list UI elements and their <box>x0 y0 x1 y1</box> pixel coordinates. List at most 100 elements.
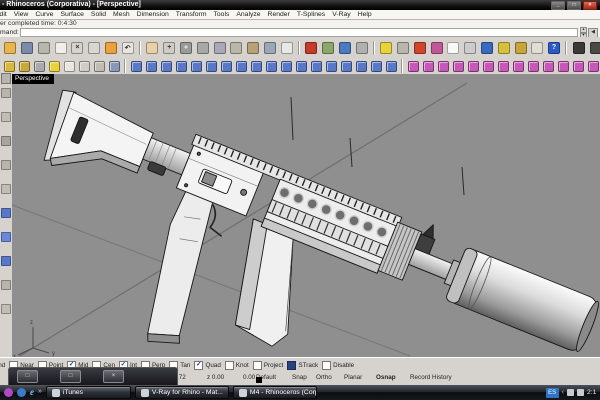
tspline-solid-tool-icon[interactable] <box>174 60 188 73</box>
status-pane-record-history[interactable]: Record History <box>410 374 452 381</box>
tspline-solid-tool-icon[interactable] <box>234 60 248 73</box>
tspline-solid-tool-icon[interactable] <box>324 60 338 73</box>
osnap-toggle-quad[interactable]: ✓Quad <box>194 361 220 370</box>
pointer-icon[interactable] <box>530 40 545 55</box>
tspline-edit-tool-icon[interactable] <box>466 60 480 73</box>
taskbar-button-2[interactable]: V-Ray for Rhino - Mat... <box>135 386 229 399</box>
tspline-solid-tool-icon[interactable] <box>309 60 323 73</box>
tspline-edit-tool-icon[interactable] <box>436 60 450 73</box>
side-tool-icon[interactable] <box>1 160 11 170</box>
cut-icon[interactable]: × <box>70 40 85 55</box>
earth-icon[interactable] <box>480 40 495 55</box>
messenger-icon[interactable] <box>17 388 26 397</box>
zoom-window-icon[interactable] <box>212 40 227 55</box>
undo-icon[interactable]: ↶ <box>120 40 135 55</box>
star-tool-icon[interactable] <box>47 60 61 73</box>
taskbar-button-3[interactable]: M4 - Rhinoceros (Corp... <box>233 386 317 399</box>
checkbox-knot[interactable] <box>225 361 234 370</box>
menu-item-dimension[interactable]: Dimension <box>137 11 169 18</box>
side-tool-icon[interactable] <box>1 280 11 290</box>
toolbar-overflow-icon[interactable]: » <box>38 388 42 397</box>
shaded-view-icon[interactable] <box>321 40 336 55</box>
tspline-solid-tool-icon[interactable] <box>249 60 263 73</box>
status-pane-snap[interactable]: Snap <box>292 374 307 381</box>
ring-tool-icon[interactable] <box>92 60 106 73</box>
osnap-toggle-knot[interactable]: Knot <box>225 361 249 370</box>
sphere-tool-icon[interactable] <box>32 60 46 73</box>
language-indicator[interactable]: ES <box>546 388 559 398</box>
tspline-solid-tool-icon[interactable] <box>339 60 353 73</box>
osnap-toggle-strack[interactable]: STrack <box>287 361 318 370</box>
rotate-view-icon[interactable] <box>246 40 261 55</box>
command-popup-button[interactable]: ◀ <box>588 28 598 38</box>
tspline-solid-tool-icon[interactable] <box>264 60 278 73</box>
paste-icon[interactable] <box>104 40 119 55</box>
tspline-solid-tool-icon[interactable] <box>294 60 308 73</box>
dashed-circle-icon[interactable] <box>463 40 478 55</box>
tspline-solid-tool-icon[interactable] <box>144 60 158 73</box>
vray-render-icon[interactable] <box>304 40 319 55</box>
tspline-solid-tool-icon[interactable] <box>369 60 383 73</box>
zoom-selected-icon[interactable] <box>262 40 277 55</box>
layer-pane[interactable]: Default <box>256 374 276 381</box>
color-wheel-icon[interactable] <box>429 40 444 55</box>
maximize-button[interactable]: □ <box>567 1 581 10</box>
side-tool-icon[interactable] <box>1 232 11 242</box>
viewport-corner-icon[interactable] <box>1 73 11 84</box>
tray-network-icon[interactable] <box>577 389 584 396</box>
menu-item-mesh[interactable]: Mesh <box>113 11 130 18</box>
side-tool-icon[interactable] <box>1 256 11 266</box>
tspline-edit-tool-icon[interactable] <box>556 60 570 73</box>
status-pane-planar[interactable]: Planar <box>344 374 362 381</box>
menu-item-edit[interactable]: Edit <box>0 11 7 18</box>
help-icon[interactable]: ? <box>547 40 562 55</box>
minimize-button[interactable]: _ <box>551 1 565 10</box>
viewport-title-tab[interactable]: Perspective <box>12 74 54 84</box>
tspline-edit-tool-icon[interactable] <box>481 60 495 73</box>
osnap-toggle-end[interactable]: End <box>0 361 5 370</box>
tspline-solid-tool-icon[interactable] <box>279 60 293 73</box>
side-tool-icon[interactable] <box>1 304 11 314</box>
print-icon[interactable] <box>37 40 52 55</box>
pan-hand-icon[interactable] <box>145 40 160 55</box>
vray-material-icon[interactable] <box>413 40 428 55</box>
tspline-edit-tool-icon[interactable] <box>421 60 435 73</box>
point-cloud-icon[interactable] <box>17 60 31 73</box>
grid-table-icon[interactable] <box>279 40 294 55</box>
filter-icon[interactable] <box>496 40 511 55</box>
tspline-solid-tool-icon[interactable] <box>384 60 398 73</box>
tspline-solid-tool-icon[interactable] <box>204 60 218 73</box>
status-pane-osnap[interactable]: Osnap <box>376 374 396 381</box>
tspline-edit-tool-icon[interactable] <box>541 60 555 73</box>
tspline-solid-tool-icon[interactable] <box>129 60 143 73</box>
menu-item-t-splines[interactable]: T-Splines <box>297 11 325 18</box>
render-globe-icon[interactable] <box>338 40 353 55</box>
tspline-solid-tool-icon[interactable] <box>219 60 233 73</box>
side-tool-icon[interactable] <box>1 112 11 122</box>
lock-icon[interactable] <box>396 40 411 55</box>
zoom-icon[interactable]: ● <box>179 40 194 55</box>
internet-explorer-icon[interactable]: e <box>30 388 34 397</box>
tspline-solid-tool-icon[interactable] <box>159 60 173 73</box>
menu-item-analyze[interactable]: Analyze <box>236 11 260 18</box>
menu-item-transform[interactable]: Transform <box>176 11 207 18</box>
close-button[interactable]: × <box>103 370 124 383</box>
perspective-viewport[interactable]: Perspective z x y <box>12 74 600 357</box>
copy-icon[interactable] <box>87 40 102 55</box>
side-tool-icon[interactable] <box>1 136 11 146</box>
status-pane-ortho[interactable]: Ortho <box>316 374 332 381</box>
checkbox-strack[interactable] <box>287 361 296 370</box>
menu-item-render[interactable]: Render <box>268 11 290 18</box>
zoom-dynamic-icon[interactable] <box>195 40 210 55</box>
tspline-edit-tool-icon[interactable] <box>526 60 540 73</box>
move-icon[interactable]: + <box>162 40 177 55</box>
taskbar-button-1[interactable]: iTunes <box>46 386 131 399</box>
menu-item-curve[interactable]: Curve <box>35 11 53 18</box>
side-tool-icon[interactable] <box>1 88 11 98</box>
dot-tool-icon[interactable] <box>107 60 121 73</box>
tray-chevron-icon[interactable]: ‹ <box>562 389 564 396</box>
tray-display-icon[interactable] <box>567 389 574 396</box>
tspline-edit-tool-icon[interactable] <box>406 60 420 73</box>
tspline-edit-tool-icon[interactable] <box>496 60 510 73</box>
save-icon[interactable] <box>20 40 35 55</box>
